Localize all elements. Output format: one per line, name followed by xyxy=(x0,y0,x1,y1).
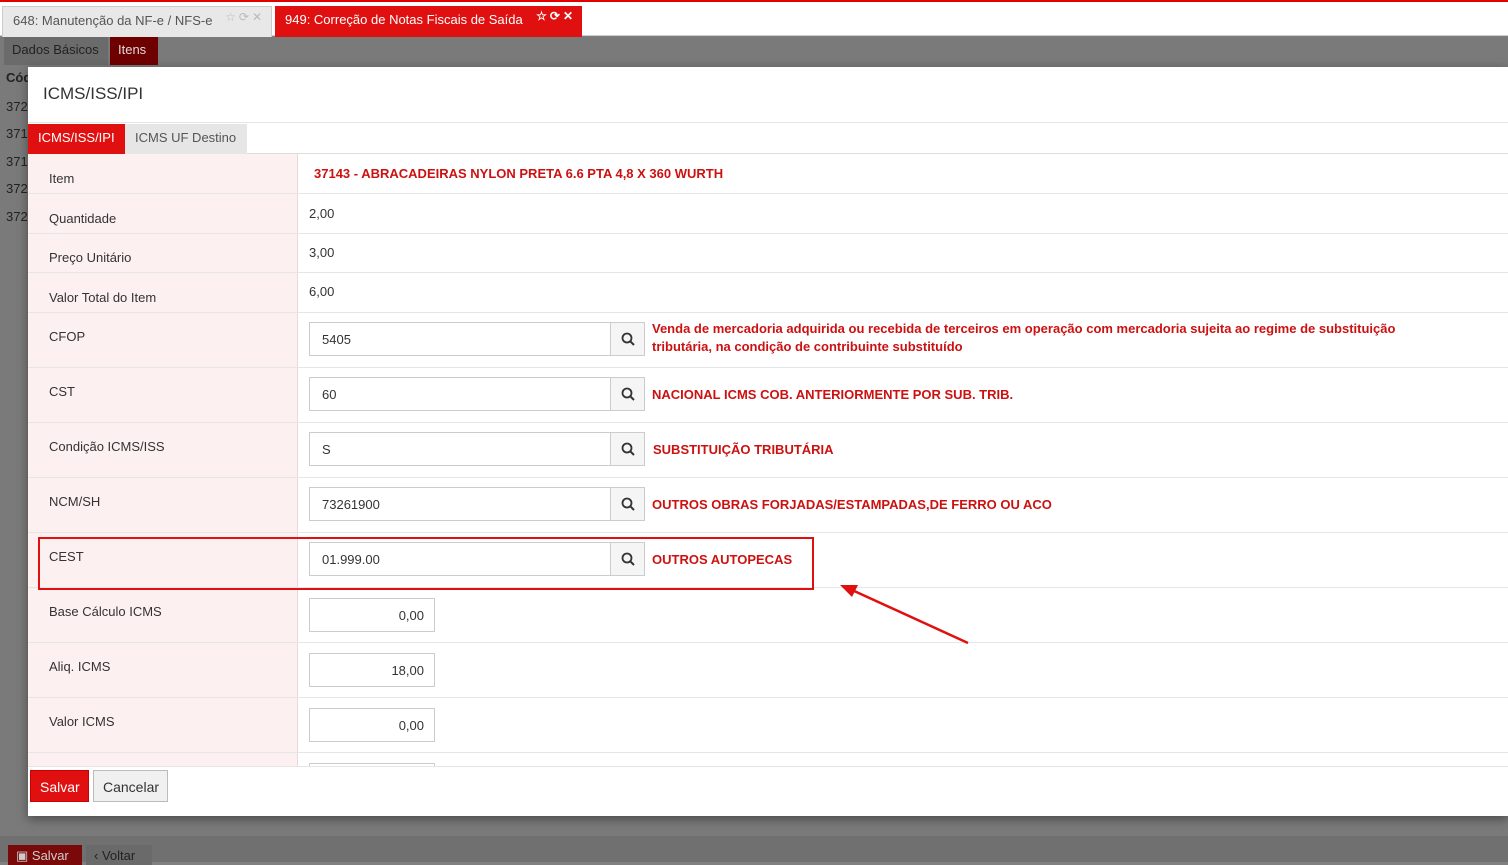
annotation-arrow xyxy=(840,585,969,645)
